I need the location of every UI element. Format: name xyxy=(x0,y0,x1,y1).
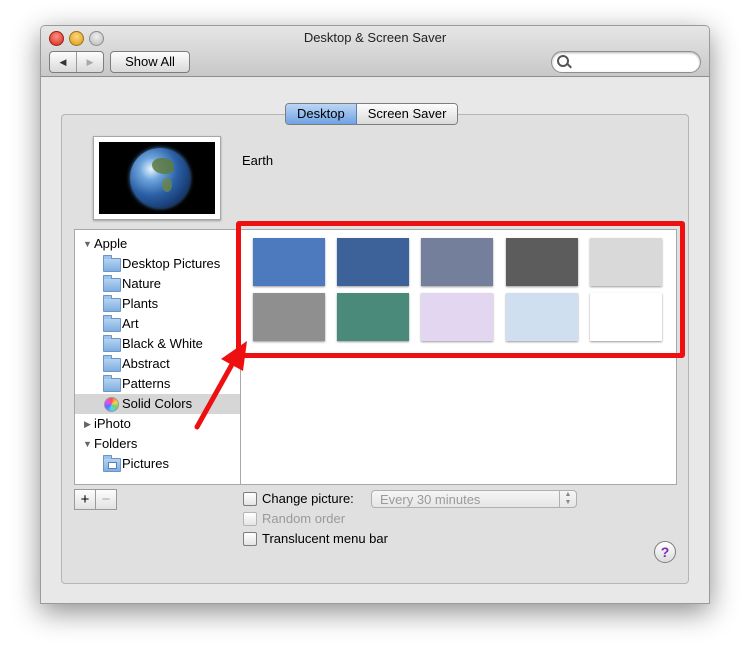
color-swatch[interactable] xyxy=(253,293,325,341)
add-remove-control: + − xyxy=(74,489,117,510)
sidebar-item-label: Patterns xyxy=(122,376,171,391)
folder-icon xyxy=(103,275,121,292)
sidebar-item-label: Plants xyxy=(122,296,159,311)
show-all-button[interactable]: Show All xyxy=(110,51,190,73)
translucent-menu-bar-option[interactable]: Translucent menu bar xyxy=(243,530,388,548)
sidebar-item-label: Nature xyxy=(122,276,162,291)
folder-icon xyxy=(103,315,121,332)
tab-screen-saver[interactable]: Screen Saver xyxy=(356,104,458,124)
window-title: Desktop & Screen Saver xyxy=(303,30,447,45)
random-order-label: Random order xyxy=(262,511,346,526)
sidebar-item-nature[interactable]: Nature xyxy=(75,274,241,294)
color-swatch[interactable] xyxy=(421,293,493,341)
sidebar-item-folders[interactable]: ▼ Folders xyxy=(75,434,241,454)
sidebar-item-iphoto[interactable]: ▶ iPhoto xyxy=(75,414,241,434)
sidebar-item-apple[interactable]: ▼ Apple xyxy=(75,234,241,254)
preview-image xyxy=(99,142,215,214)
folder-icon xyxy=(103,355,121,372)
color-swatch[interactable] xyxy=(253,238,325,286)
sidebar-item-label: Folders xyxy=(94,436,138,451)
sidebar-item-label: Solid Colors xyxy=(122,396,193,411)
sidebar-item-label: Pictures xyxy=(122,456,169,471)
color-swatch[interactable] xyxy=(506,293,578,341)
change-interval-popup[interactable]: Every 30 minutes ▲ ▼ xyxy=(371,490,577,508)
change-picture-checkbox[interactable] xyxy=(243,492,257,506)
search-field[interactable] xyxy=(551,51,701,73)
color-wheel-icon xyxy=(104,397,119,412)
color-swatch[interactable] xyxy=(590,293,662,341)
pictures-folder-icon xyxy=(103,455,121,472)
tab-desktop[interactable]: Desktop xyxy=(286,104,357,124)
sidebar-item-abstract[interactable]: Abstract xyxy=(75,354,241,374)
disclosure-collapsed-icon[interactable]: ▶ xyxy=(84,414,91,434)
back-forward-control: ◀ ▶ xyxy=(49,51,104,73)
random-order-option: Random order xyxy=(243,510,345,528)
remove-folder-button[interactable]: − xyxy=(95,490,116,509)
sidebar-item-art[interactable]: Art xyxy=(75,314,241,334)
earth-globe-image xyxy=(130,148,190,208)
picture-grid xyxy=(240,229,677,485)
sidebar-item-patterns[interactable]: Patterns xyxy=(75,374,241,394)
sidebar-item-label: Apple xyxy=(94,236,128,251)
folder-icon xyxy=(103,335,121,352)
titlebar: Desktop & Screen Saver ◀ ▶ Show All xyxy=(41,26,709,77)
sidebar-item-black-white[interactable]: Black & White xyxy=(75,334,241,354)
preview-picture-name: Earth xyxy=(242,153,274,168)
sidebar-item-label: Art xyxy=(122,316,139,331)
translucent-menu-bar-label: Translucent menu bar xyxy=(262,531,388,546)
folder-icon xyxy=(103,255,121,272)
change-picture-option[interactable]: Change picture: xyxy=(243,490,354,508)
search-input[interactable] xyxy=(574,54,696,71)
color-swatch[interactable] xyxy=(337,238,409,286)
back-arrow-icon[interactable]: ◀ xyxy=(50,52,76,72)
popup-arrows-icon: ▲ ▼ xyxy=(559,491,576,507)
sidebar-item-pictures[interactable]: Pictures xyxy=(75,454,241,474)
folder-icon xyxy=(103,375,121,392)
add-folder-button[interactable]: + xyxy=(75,490,95,509)
folder-icon xyxy=(103,295,121,312)
sidebar-item-solid-colors[interactable]: Solid Colors xyxy=(75,394,241,414)
source-list: ▼ Apple Desktop Pictures Nature Plants A… xyxy=(74,229,241,485)
random-order-checkbox xyxy=(243,512,257,526)
preferences-window: Desktop & Screen Saver ◀ ▶ Show All Desk… xyxy=(40,25,710,604)
search-icon xyxy=(557,55,569,67)
sidebar-item-label: Abstract xyxy=(122,356,170,371)
sidebar-item-desktop-pictures[interactable]: Desktop Pictures xyxy=(75,254,241,274)
translucent-menu-bar-checkbox[interactable] xyxy=(243,532,257,546)
color-swatch[interactable] xyxy=(506,238,578,286)
color-swatch[interactable] xyxy=(337,293,409,341)
color-swatch[interactable] xyxy=(590,238,662,286)
color-swatch[interactable] xyxy=(421,238,493,286)
sidebar-item-plants[interactable]: Plants xyxy=(75,294,241,314)
sidebar-item-label: Desktop Pictures xyxy=(122,256,221,271)
change-picture-label: Change picture: xyxy=(262,491,354,506)
disclosure-expanded-icon[interactable]: ▼ xyxy=(83,434,92,454)
tab-bar: Desktop Screen Saver xyxy=(285,103,459,125)
sidebar-item-label: Black & White xyxy=(122,336,203,351)
sidebar-item-label: iPhoto xyxy=(94,416,131,431)
forward-arrow-icon[interactable]: ▶ xyxy=(76,52,103,72)
interval-value: Every 30 minutes xyxy=(380,492,481,507)
disclosure-expanded-icon[interactable]: ▼ xyxy=(83,234,92,254)
help-button[interactable]: ? xyxy=(654,541,676,563)
desktop-preview xyxy=(93,136,221,220)
